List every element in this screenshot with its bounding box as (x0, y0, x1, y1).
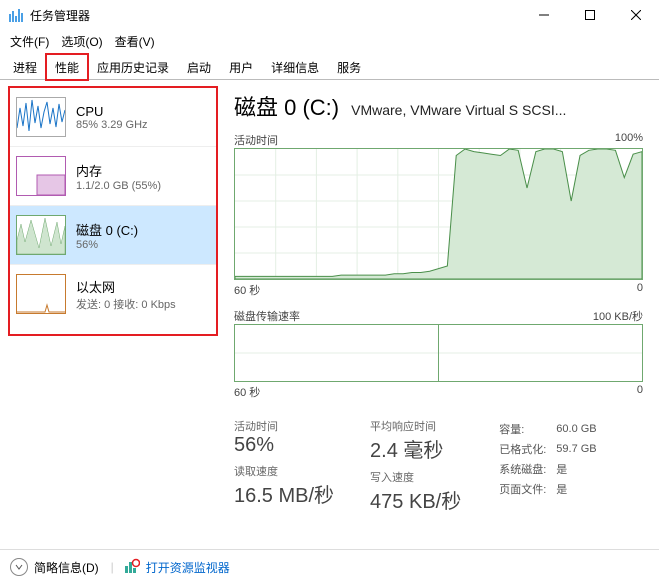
detail-title: 磁盘 0 (C:) (234, 90, 339, 122)
brief-info-link[interactable]: 简略信息(D) (34, 559, 99, 576)
detail-panel: 磁盘 0 (C:) VMware, VMware Virtual S SCSI.… (218, 80, 659, 549)
sidebar-cpu-title: CPU (76, 104, 148, 119)
write-speed-label: 写入速度 (370, 469, 461, 485)
maximize-button[interactable] (567, 0, 613, 30)
chart1-left-label: 活动时间 (234, 132, 278, 148)
chevron-down-icon[interactable] (10, 558, 28, 576)
tab-app-history[interactable]: 应用历史记录 (88, 54, 178, 80)
chart2-xleft: 60 秒 (234, 384, 260, 400)
content-area: CPU 85% 3.29 GHz 内存 1.1/2.0 GB (55%) (0, 80, 659, 549)
sidebar-eth-title: 以太网 (76, 277, 176, 296)
memory-thumb-icon (16, 156, 66, 196)
detail-subtitle: VMware, VMware Virtual S SCSI... (351, 102, 643, 118)
sysdisk-val: 是 (556, 460, 604, 478)
tab-services[interactable]: 服务 (328, 54, 370, 80)
active-time-label: 活动时间 (234, 418, 334, 434)
chart1-xright: 0 (637, 282, 643, 298)
write-subchart (439, 325, 642, 381)
tab-bar: 进程 性能 应用历史记录 启动 用户 详细信息 服务 (0, 52, 659, 80)
chart1-right-label: 100% (615, 132, 643, 148)
stats-block: 活动时间 56% 读取速度 16.5 MB/秒 平均响应时间 2.4 毫秒 写入… (234, 418, 643, 514)
read-subchart (235, 325, 439, 381)
ethernet-thumb-icon (16, 274, 66, 314)
sidebar-item-cpu[interactable]: CPU 85% 3.29 GHz (10, 88, 216, 147)
sysdisk-key: 系统磁盘: (499, 460, 554, 478)
tab-users[interactable]: 用户 (220, 54, 262, 80)
open-resource-monitor-link[interactable]: 打开资源监视器 (146, 559, 230, 576)
transfer-rate-chart (234, 324, 643, 382)
disk-thumb-icon (16, 215, 66, 255)
sidebar-item-memory[interactable]: 内存 1.1/2.0 GB (55%) (10, 147, 216, 206)
active-time-chart (234, 148, 643, 280)
tab-details[interactable]: 详细信息 (262, 54, 328, 80)
chart2-right-label: 100 KB/秒 (593, 308, 643, 324)
disk-properties: 容量:60.0 GB 已格式化:59.7 GB 系统磁盘:是 页面文件:是 (497, 418, 606, 514)
sidebar-cpu-sub: 85% 3.29 GHz (76, 119, 148, 131)
pagefile-val: 是 (556, 480, 604, 498)
sidebar-mem-title: 内存 (76, 161, 161, 180)
menu-file[interactable]: 文件(F) (4, 31, 55, 52)
menu-bar: 文件(F) 选项(O) 查看(V) (0, 30, 659, 52)
menu-options[interactable]: 选项(O) (55, 31, 108, 52)
title-bar: 任务管理器 (0, 0, 659, 30)
resmon-icon (124, 558, 140, 577)
sidebar-mem-sub: 1.1/2.0 GB (55%) (76, 180, 161, 192)
write-speed-value: 475 KB/秒 (370, 485, 461, 514)
cpu-thumb-icon (16, 97, 66, 137)
sidebar-item-disk[interactable]: 磁盘 0 (C:) 56% (10, 206, 216, 265)
read-speed-value: 16.5 MB/秒 (234, 479, 334, 508)
performance-sidebar: CPU 85% 3.29 GHz 内存 1.1/2.0 GB (55%) (8, 86, 218, 336)
menu-view[interactable]: 查看(V) (109, 31, 161, 52)
sidebar-item-ethernet[interactable]: 以太网 发送: 0 接收: 0 Kbps (10, 265, 216, 323)
read-speed-label: 读取速度 (234, 463, 334, 479)
capacity-val: 60.0 GB (556, 420, 604, 438)
tab-processes[interactable]: 进程 (4, 54, 46, 80)
sidebar-disk-sub: 56% (76, 239, 138, 251)
formatted-val: 59.7 GB (556, 440, 604, 458)
tab-startup[interactable]: 启动 (178, 54, 220, 80)
sidebar-eth-sub: 发送: 0 接收: 0 Kbps (76, 296, 176, 312)
window-title: 任务管理器 (30, 7, 90, 24)
avg-resp-value: 2.4 毫秒 (370, 434, 461, 463)
pagefile-key: 页面文件: (499, 480, 554, 498)
active-time-value: 56% (234, 434, 334, 457)
chart1-xleft: 60 秒 (234, 282, 260, 298)
avg-resp-label: 平均响应时间 (370, 418, 461, 434)
tab-performance[interactable]: 性能 (46, 54, 88, 80)
sidebar-disk-title: 磁盘 0 (C:) (76, 220, 138, 239)
formatted-key: 已格式化: (499, 440, 554, 458)
app-icon (8, 7, 24, 23)
minimize-button[interactable] (521, 0, 567, 30)
chart2-left-label: 磁盘传输速率 (234, 308, 300, 324)
capacity-key: 容量: (499, 420, 554, 438)
chart2-xright: 0 (637, 384, 643, 400)
bottom-bar: 简略信息(D) | 打开资源监视器 (0, 549, 659, 584)
close-button[interactable] (613, 0, 659, 30)
